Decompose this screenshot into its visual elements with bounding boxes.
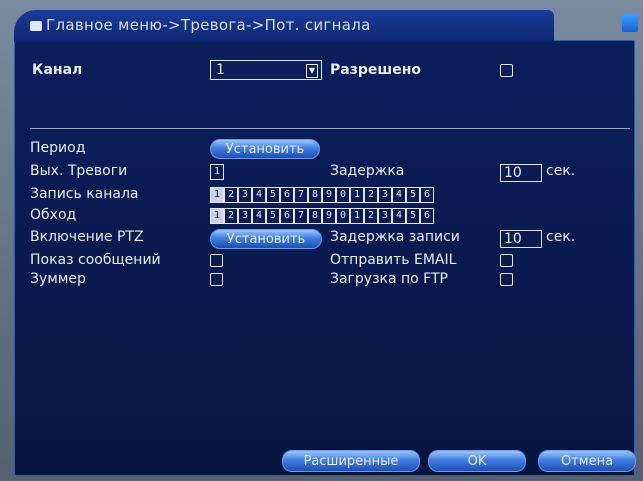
tour-channel-4[interactable]: 4 xyxy=(252,208,266,224)
tour-channel-3[interactable]: 3 xyxy=(238,208,252,224)
record-channel-16[interactable]: 6 xyxy=(420,187,434,203)
send-email-label: Отправить EMAIL xyxy=(330,252,457,268)
tour-channel-8[interactable]: 8 xyxy=(308,208,322,224)
record-channel-10[interactable]: 0 xyxy=(336,187,350,203)
tour-channel-10[interactable]: 0 xyxy=(336,208,350,224)
record-delay-input[interactable]: 10 xyxy=(500,230,542,248)
tour-channel-13[interactable]: 3 xyxy=(378,208,392,224)
channel-label: Канал xyxy=(32,62,83,78)
record-channel-grid: 1234567890123456 xyxy=(210,187,434,203)
delay-label: Задержка xyxy=(330,163,405,179)
breadcrumb: Главное меню->Тревога->Пот. сигнала xyxy=(46,16,371,34)
channel-select[interactable]: 1 ▼ xyxy=(210,60,322,80)
record-channel-5[interactable]: 5 xyxy=(266,187,280,203)
record-delay-unit: сек. xyxy=(546,229,576,245)
record-channel-1[interactable]: 1 xyxy=(210,187,224,203)
record-channel-7[interactable]: 7 xyxy=(294,187,308,203)
ftp-checkbox[interactable] xyxy=(500,273,513,286)
show-message-label: Показ сообщений xyxy=(30,252,161,268)
record-channel-4[interactable]: 4 xyxy=(252,187,266,203)
tour-channel-9[interactable]: 9 xyxy=(322,208,336,224)
period-label: Период xyxy=(30,140,86,156)
record-channel-12[interactable]: 2 xyxy=(364,187,378,203)
tour-channel-1[interactable]: 1 xyxy=(210,208,224,224)
tour-channel-5[interactable]: 5 xyxy=(266,208,280,224)
tour-channel-15[interactable]: 5 xyxy=(406,208,420,224)
close-icon[interactable] xyxy=(622,14,638,32)
divider xyxy=(30,128,630,129)
record-channel-13[interactable]: 3 xyxy=(378,187,392,203)
menu-icon xyxy=(30,21,42,31)
alarm-out-label: Вых. Тревоги xyxy=(30,163,128,179)
record-channel-8[interactable]: 8 xyxy=(308,187,322,203)
record-channel-label: Запись канала xyxy=(30,186,139,202)
title-tab: Главное меню->Тревога->Пот. сигнала xyxy=(14,10,554,42)
ptz-label: Включение PTZ xyxy=(30,229,144,245)
tour-channel-11[interactable]: 1 xyxy=(350,208,364,224)
buzzer-label: Зуммер xyxy=(30,271,86,287)
record-channel-2[interactable]: 2 xyxy=(224,187,238,203)
record-channel-3[interactable]: 3 xyxy=(238,187,252,203)
enabled-checkbox[interactable] xyxy=(500,64,513,77)
ftp-label: Загрузка по FTP xyxy=(330,271,448,287)
record-channel-6[interactable]: 6 xyxy=(280,187,294,203)
cancel-button[interactable]: Отмена xyxy=(538,450,636,472)
channel-value: 1 xyxy=(216,62,225,78)
show-message-checkbox[interactable] xyxy=(210,254,223,267)
delay-input[interactable]: 10 xyxy=(500,164,542,182)
tour-channel-2[interactable]: 2 xyxy=(224,208,238,224)
period-set-button[interactable]: Установить xyxy=(210,139,320,159)
tour-channel-7[interactable]: 7 xyxy=(294,208,308,224)
delay-unit: сек. xyxy=(546,163,576,179)
record-delay-label: Задержка записи xyxy=(330,229,460,245)
ok-button[interactable]: OK xyxy=(428,450,526,472)
tour-channel-16[interactable]: 6 xyxy=(420,208,434,224)
buzzer-checkbox[interactable] xyxy=(210,273,223,286)
alarm-out-1[interactable]: 1 xyxy=(210,164,224,180)
send-email-checkbox[interactable] xyxy=(500,254,513,267)
tour-channel-14[interactable]: 4 xyxy=(392,208,406,224)
tour-channel-12[interactable]: 2 xyxy=(364,208,378,224)
record-channel-15[interactable]: 5 xyxy=(406,187,420,203)
tour-channel-grid: 1234567890123456 xyxy=(210,208,434,224)
record-channel-9[interactable]: 9 xyxy=(322,187,336,203)
tour-label: Обход xyxy=(30,207,77,223)
ptz-set-button[interactable]: Установить xyxy=(210,229,322,249)
tour-channel-6[interactable]: 6 xyxy=(280,208,294,224)
record-channel-11[interactable]: 1 xyxy=(350,187,364,203)
chevron-down-icon[interactable]: ▼ xyxy=(306,64,318,78)
record-channel-14[interactable]: 4 xyxy=(392,187,406,203)
advanced-button[interactable]: Расширенные xyxy=(282,450,420,472)
enabled-label: Разрешено xyxy=(330,62,422,78)
